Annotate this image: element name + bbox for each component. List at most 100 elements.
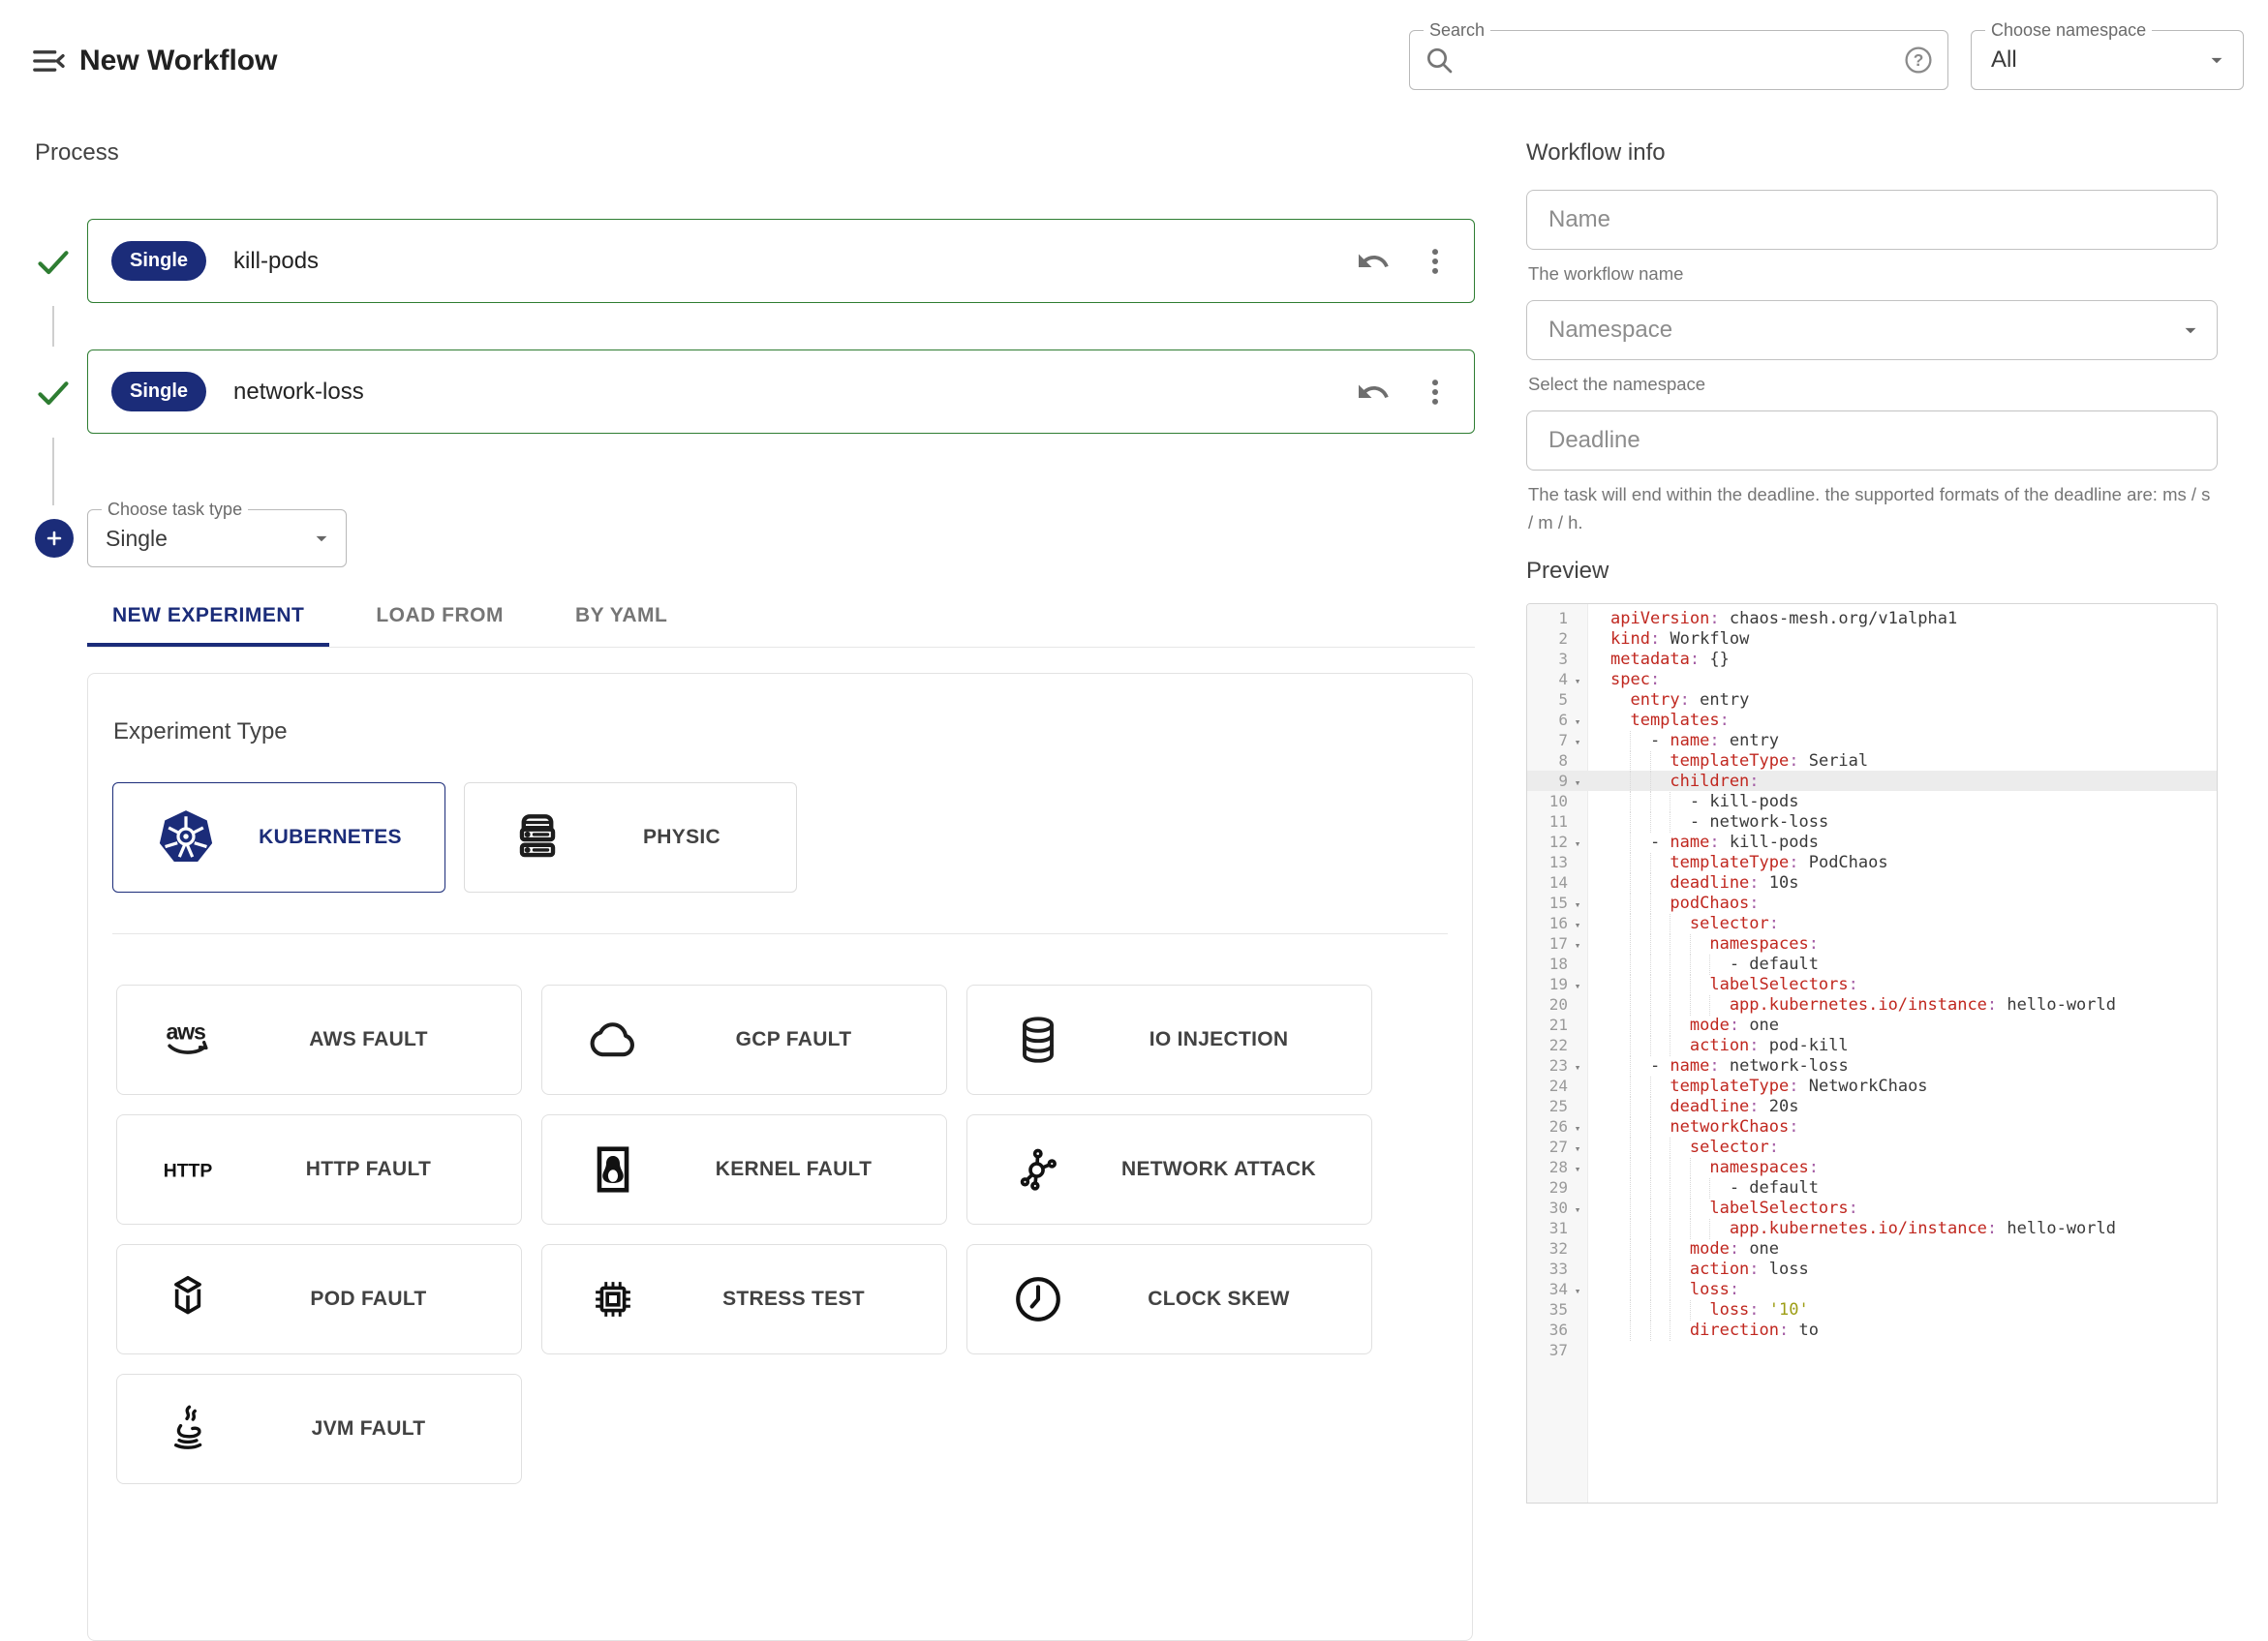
experiment-type-row: KUBERNETESPHYSIC bbox=[112, 782, 1472, 893]
fold-arrow-icon[interactable]: ▾ bbox=[1568, 1139, 1587, 1159]
task-type-select-label: Choose task type bbox=[102, 500, 248, 520]
java-coffee-icon bbox=[160, 1401, 216, 1457]
code-text: - name: network-loss bbox=[1587, 1056, 2217, 1077]
fault-card-http-fault[interactable]: HTTPHTTP FAULT bbox=[116, 1114, 522, 1225]
line-number: 36 bbox=[1527, 1320, 1568, 1340]
fold-arrow-icon[interactable]: ▾ bbox=[1568, 976, 1587, 996]
line-number: 26 bbox=[1527, 1116, 1568, 1137]
fault-card-clock-skew[interactable]: CLOCK SKEW bbox=[966, 1244, 1372, 1354]
namespace-field[interactable]: Namespace bbox=[1526, 300, 2218, 360]
deadline-field[interactable] bbox=[1526, 410, 2218, 471]
fold-arrow-icon[interactable]: ▾ bbox=[1568, 732, 1587, 752]
experiment-type-kubernetes[interactable]: KUBERNETES bbox=[112, 782, 445, 893]
line-number: 11 bbox=[1527, 811, 1568, 832]
add-task-button[interactable] bbox=[35, 519, 74, 558]
code-text: metadata: {} bbox=[1587, 650, 2217, 670]
fault-card-gcp-fault[interactable]: GCP FAULT bbox=[541, 985, 947, 1095]
clock-icon bbox=[1010, 1271, 1066, 1327]
database-icon bbox=[1010, 1012, 1066, 1068]
line-number: 17 bbox=[1527, 933, 1568, 954]
fold-arrow-icon[interactable]: ▾ bbox=[1568, 935, 1587, 956]
more-actions-button[interactable] bbox=[1418, 375, 1453, 410]
name-input[interactable] bbox=[1527, 206, 2217, 233]
code-text: entry: entry bbox=[1587, 690, 2217, 711]
tab-by-yaml[interactable]: BY YAML bbox=[550, 583, 692, 647]
code-line: 8templateType: Serial bbox=[1527, 750, 2217, 771]
code-line: 7▾- name: entry bbox=[1527, 730, 2217, 750]
code-line: 15▾podChaos: bbox=[1527, 893, 2217, 913]
task-card-kill-pods[interactable]: Singlekill-pods bbox=[87, 219, 1475, 303]
code-text: selector: bbox=[1587, 914, 2217, 934]
task-type-select-value: Single bbox=[106, 526, 309, 552]
fold-arrow-icon[interactable]: ▾ bbox=[1568, 1057, 1587, 1078]
fold-arrow-icon[interactable]: ▾ bbox=[1568, 1200, 1587, 1220]
deadline-input[interactable] bbox=[1527, 427, 2217, 454]
fold-arrow-icon[interactable]: ▾ bbox=[1568, 915, 1587, 935]
fault-card-jvm-fault[interactable]: JVM FAULT bbox=[116, 1374, 522, 1484]
code-text: podChaos: bbox=[1587, 894, 2217, 914]
task-type-select[interactable]: Choose task type Single bbox=[87, 509, 347, 567]
fault-card-aws-fault[interactable]: awsAWS FAULT bbox=[116, 985, 522, 1095]
experiment-type-title: Experiment Type bbox=[113, 718, 1472, 745]
fold-arrow-icon[interactable]: ▾ bbox=[1568, 671, 1587, 691]
line-number: 8 bbox=[1527, 750, 1568, 771]
code-line: 10- kill-pods bbox=[1527, 791, 2217, 811]
code-text: - name: kill-pods bbox=[1587, 833, 2217, 853]
fault-card-network-attack[interactable]: NETWORK ATTACK bbox=[966, 1114, 1372, 1225]
more-actions-button[interactable] bbox=[1418, 244, 1453, 279]
namespace-select[interactable]: Choose namespace All bbox=[1971, 30, 2244, 90]
cube-icon bbox=[160, 1271, 216, 1327]
flow-connector bbox=[52, 306, 54, 347]
line-number: 9 bbox=[1527, 771, 1568, 791]
code-text: spec: bbox=[1587, 670, 2217, 690]
code-line: 9▾children: bbox=[1527, 771, 2217, 791]
http-icon: HTTP bbox=[160, 1141, 216, 1198]
fold-arrow-icon[interactable]: ▾ bbox=[1568, 1281, 1587, 1301]
task-card-network-loss[interactable]: Single network-loss bbox=[87, 349, 1475, 434]
code-line: 27▾selector: bbox=[1527, 1137, 2217, 1157]
code-text: app.kubernetes.io/instance: hello-world bbox=[1587, 995, 2217, 1016]
fault-card-io-injection[interactable]: IO INJECTION bbox=[966, 985, 1372, 1095]
code-text: - default bbox=[1587, 955, 2217, 975]
fault-card-stress-test[interactable]: STRESS TEST bbox=[541, 1244, 947, 1354]
fold-arrow-icon[interactable]: ▾ bbox=[1568, 1118, 1587, 1139]
fold-arrow-icon[interactable]: ▾ bbox=[1568, 834, 1587, 854]
name-field[interactable] bbox=[1526, 190, 2218, 250]
fault-card-kernel-fault[interactable]: KERNEL FAULT bbox=[541, 1114, 947, 1225]
yaml-preview-editor[interactable]: 1apiVersion: chaos-mesh.org/v1alpha12kin… bbox=[1526, 603, 2218, 1504]
add-task-row: Choose task type Single bbox=[35, 509, 1475, 567]
search-input[interactable] bbox=[1464, 46, 1893, 75]
tab-load-from[interactable]: LOAD FROM bbox=[351, 583, 529, 647]
kubernetes-icon bbox=[156, 807, 216, 867]
fold-arrow-icon[interactable]: ▾ bbox=[1568, 895, 1587, 915]
fold-arrow-icon[interactable]: ▾ bbox=[1568, 1159, 1587, 1179]
field-helper-text: The task will end within the deadline. t… bbox=[1528, 480, 2218, 536]
line-number: 6 bbox=[1527, 710, 1568, 730]
fold-arrow-icon[interactable]: ▾ bbox=[1568, 773, 1587, 793]
fold-arrow-icon[interactable]: ▾ bbox=[1568, 712, 1587, 732]
fault-label: IO INJECTION bbox=[1066, 1028, 1371, 1051]
menu-open-icon[interactable] bbox=[29, 42, 68, 80]
undo-button[interactable] bbox=[1356, 244, 1391, 279]
fault-label: POD FAULT bbox=[216, 1288, 521, 1311]
line-number: 14 bbox=[1527, 872, 1568, 893]
code-line: 25deadline: 20s bbox=[1527, 1096, 2217, 1116]
code-line: 6▾templates: bbox=[1527, 710, 2217, 730]
tab-new-experiment[interactable]: NEW EXPERIMENT bbox=[87, 583, 329, 647]
task-name: network-loss bbox=[233, 379, 364, 406]
svg-text:HTTP: HTTP bbox=[164, 1162, 213, 1182]
experiment-type-physic[interactable]: PHYSIC bbox=[464, 782, 797, 893]
line-number: 20 bbox=[1527, 994, 1568, 1015]
field-helper-text: Select the namespace bbox=[1528, 370, 2218, 398]
line-number: 32 bbox=[1527, 1238, 1568, 1259]
line-number: 13 bbox=[1527, 852, 1568, 872]
field-helper-text: The workflow name bbox=[1528, 259, 2218, 288]
task-type-chip: Single bbox=[111, 372, 206, 411]
code-line: 11- network-loss bbox=[1527, 811, 2217, 832]
search-box[interactable]: Search ? bbox=[1409, 30, 1948, 90]
help-icon[interactable]: ? bbox=[1903, 45, 1934, 76]
fault-label: JVM FAULT bbox=[216, 1417, 521, 1441]
undo-button[interactable] bbox=[1356, 375, 1391, 410]
fault-card-pod-fault[interactable]: POD FAULT bbox=[116, 1244, 522, 1354]
line-number: 18 bbox=[1527, 954, 1568, 974]
